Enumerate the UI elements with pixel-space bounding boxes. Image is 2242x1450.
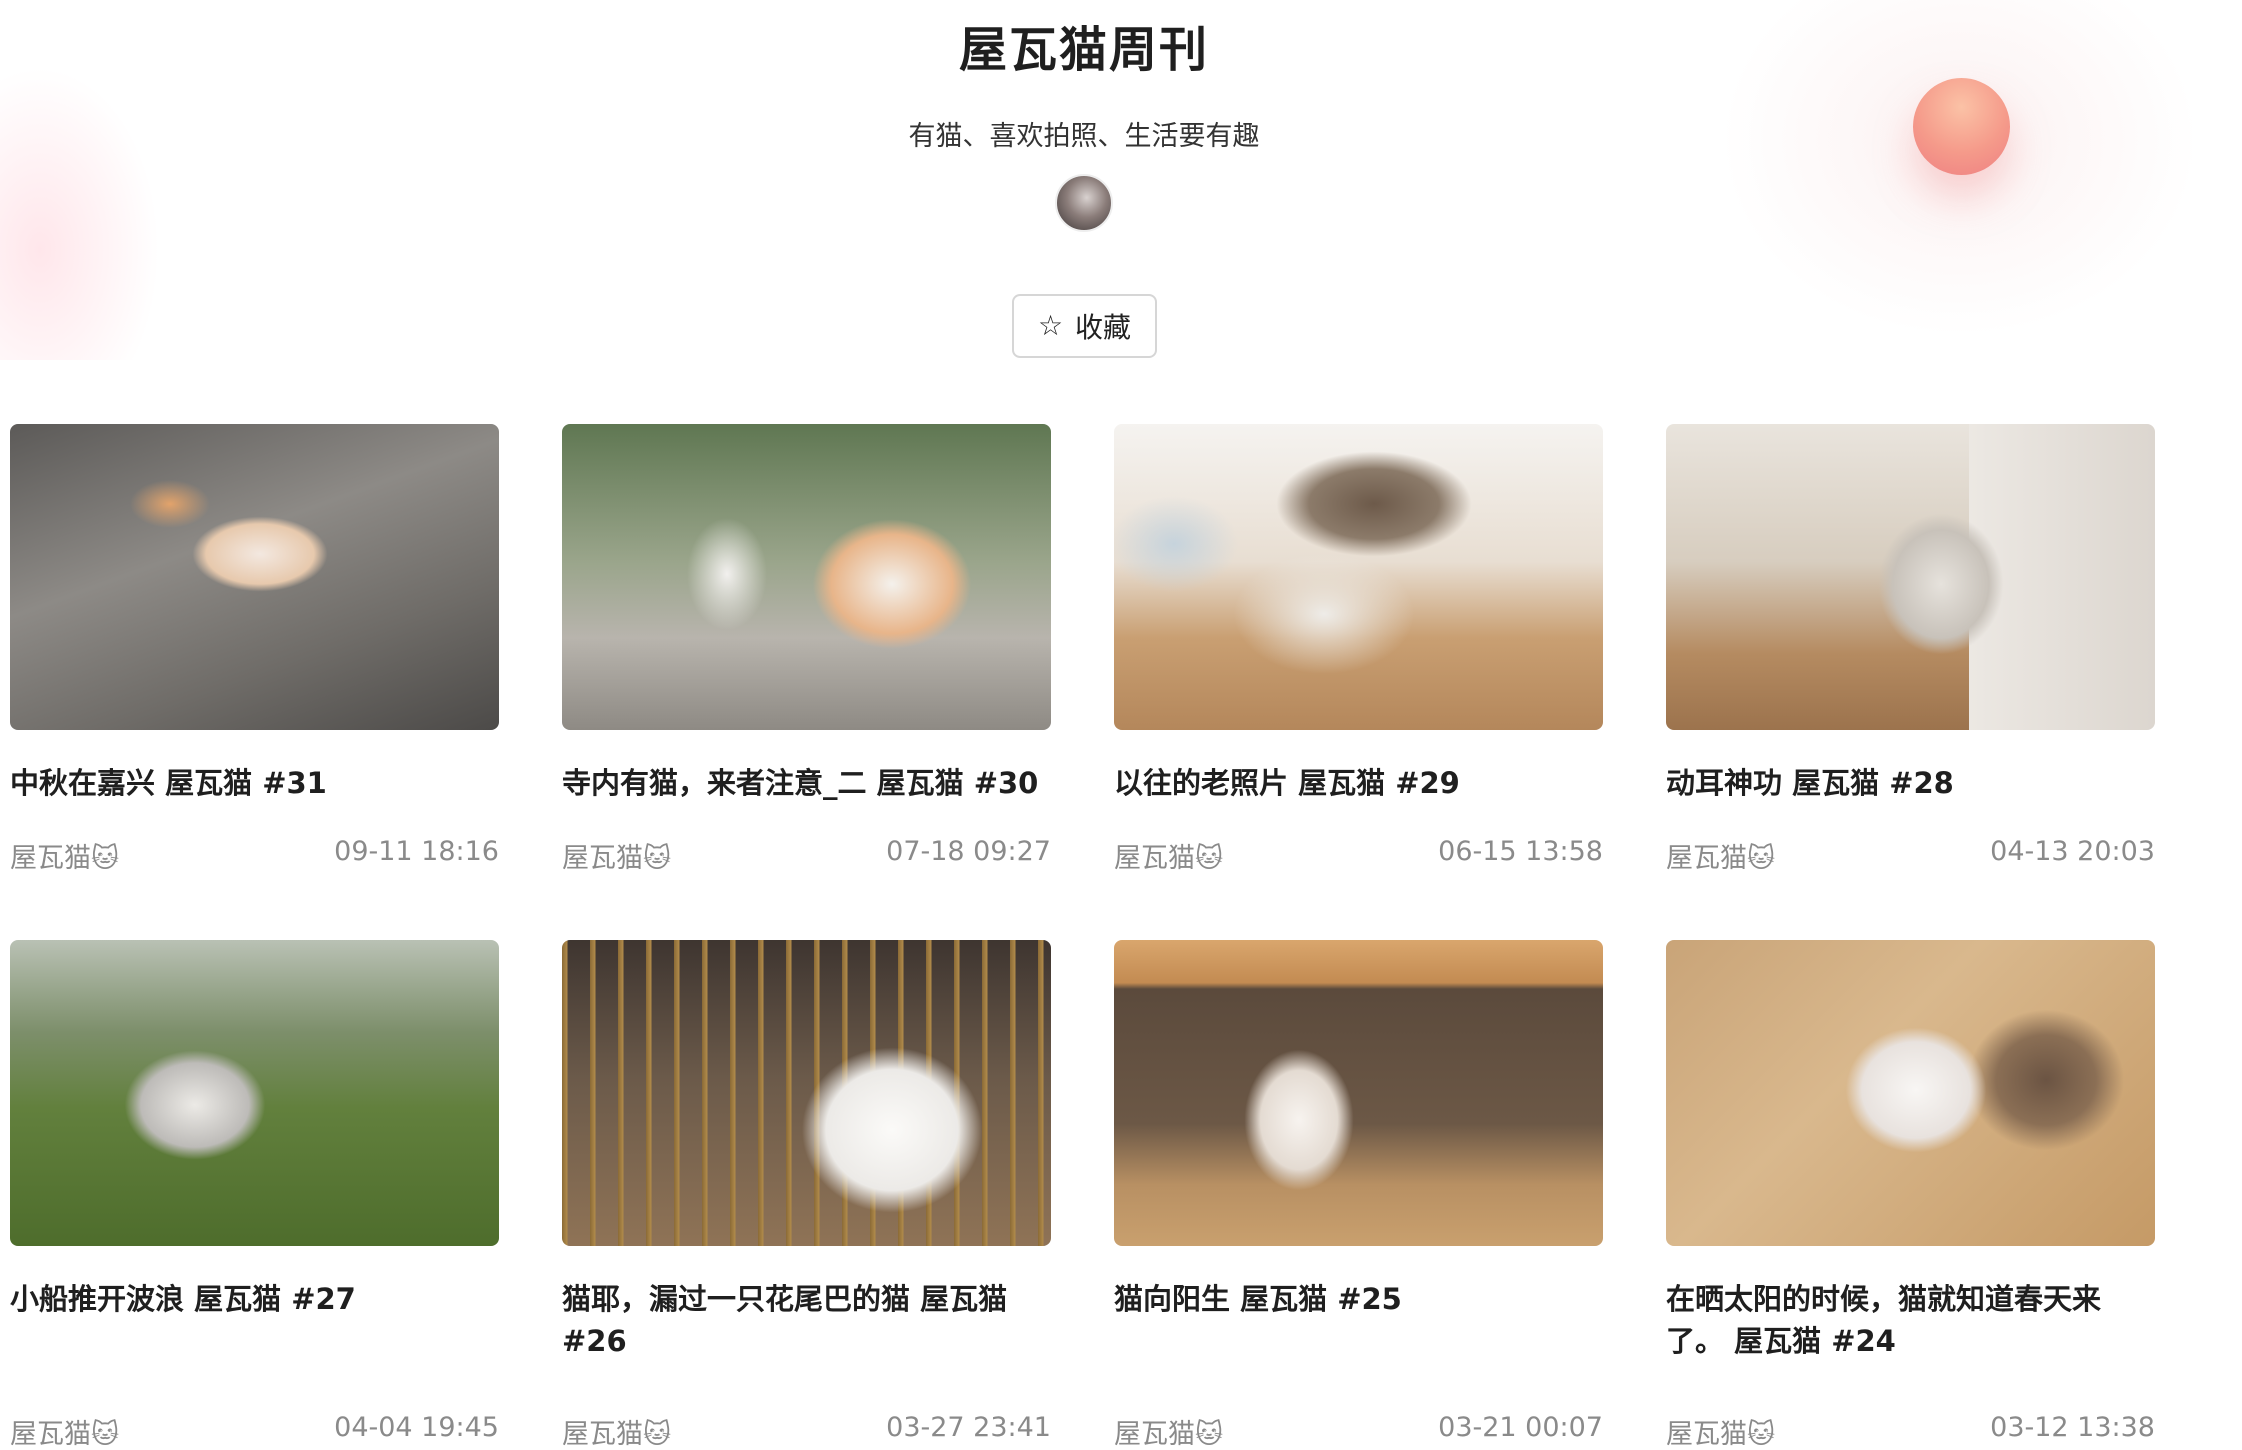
post-cover-image[interactable] — [10, 424, 499, 730]
post-date: 07-18 09:27 — [886, 836, 1051, 867]
post-author[interactable]: 屋瓦猫🐱 — [562, 1412, 671, 1450]
post-meta: 屋瓦猫🐱 09-11 18:16 — [10, 836, 499, 875]
favorite-button[interactable]: ☆ 收藏 — [1012, 294, 1157, 358]
post-card[interactable]: 猫耶，漏过一只花尾巴的猫 屋瓦猫 #26 屋瓦猫🐱 03-27 23:41 — [562, 940, 1051, 1450]
blog-subtitle: 有猫、喜欢拍照、生活要有趣 — [908, 121, 1260, 152]
post-author[interactable]: 屋瓦猫🐱 — [1114, 836, 1223, 875]
post-author[interactable]: 屋瓦猫🐱 — [1114, 1412, 1223, 1450]
post-cover-image[interactable] — [1666, 940, 2155, 1246]
post-card[interactable]: 中秋在嘉兴 屋瓦猫 #31 屋瓦猫🐱 09-11 18:16 — [10, 424, 499, 940]
post-cover-image[interactable] — [562, 424, 1051, 730]
post-grid: 中秋在嘉兴 屋瓦猫 #31 屋瓦猫🐱 09-11 18:16 寺内有猫，来者注意… — [10, 424, 2160, 1450]
post-card[interactable]: 小船推开波浪 屋瓦猫 #27 屋瓦猫🐱 04-04 19:45 — [10, 940, 499, 1450]
post-meta: 屋瓦猫🐱 03-12 13:38 — [1666, 1412, 2155, 1450]
post-meta: 屋瓦猫🐱 03-27 23:41 — [562, 1412, 1051, 1450]
post-author[interactable]: 屋瓦猫🐱 — [1666, 836, 1775, 875]
author-avatar[interactable] — [1055, 174, 1113, 232]
star-outline-icon: ☆ — [1037, 309, 1064, 342]
post-card[interactable]: 猫向阳生 屋瓦猫 #25 屋瓦猫🐱 03-21 00:07 — [1114, 940, 1603, 1450]
post-cover-image[interactable] — [1666, 424, 2155, 730]
post-cover-image[interactable] — [1114, 424, 1603, 730]
post-date: 03-27 23:41 — [886, 1412, 1051, 1443]
post-date: 04-04 19:45 — [334, 1412, 499, 1443]
page: 屋瓦猫周刊 有猫、喜欢拍照、生活要有趣 ☆ 收藏 中秋在嘉兴 屋瓦猫 #31 屋… — [0, 0, 2242, 1450]
post-title[interactable]: 在晒太阳的时候，猫就知道春天来了。 屋瓦猫 #24 — [1666, 1278, 2155, 1362]
post-card[interactable]: 在晒太阳的时候，猫就知道春天来了。 屋瓦猫 #24 屋瓦猫🐱 03-12 13:… — [1666, 940, 2155, 1450]
post-date: 04-13 20:03 — [1990, 836, 2155, 867]
blog-title: 屋瓦猫周刊 — [958, 22, 1209, 78]
favorite-button-label: 收藏 — [1075, 311, 1132, 344]
post-title[interactable]: 以往的老照片 屋瓦猫 #29 — [1114, 762, 1603, 804]
post-cover-image[interactable] — [10, 940, 499, 1246]
post-title[interactable]: 猫耶，漏过一只花尾巴的猫 屋瓦猫 #26 — [562, 1278, 1051, 1362]
post-meta: 屋瓦猫🐱 06-15 13:58 — [1114, 836, 1603, 875]
post-date: 03-12 13:38 — [1990, 1412, 2155, 1443]
post-author[interactable]: 屋瓦猫🐱 — [562, 836, 671, 875]
post-meta: 屋瓦猫🐱 04-13 20:03 — [1666, 836, 2155, 875]
post-cover-image[interactable] — [1114, 940, 1603, 1246]
post-author[interactable]: 屋瓦猫🐱 — [10, 836, 119, 875]
post-title[interactable]: 猫向阳生 屋瓦猫 #25 — [1114, 1278, 1603, 1320]
post-meta: 屋瓦猫🐱 04-04 19:45 — [10, 1412, 499, 1450]
post-title[interactable]: 动耳神功 屋瓦猫 #28 — [1666, 762, 2155, 804]
post-author[interactable]: 屋瓦猫🐱 — [1666, 1412, 1775, 1450]
post-card[interactable]: 寺内有猫，来者注意_二 屋瓦猫 #30 屋瓦猫🐱 07-18 09:27 — [562, 424, 1051, 940]
post-title[interactable]: 中秋在嘉兴 屋瓦猫 #31 — [10, 762, 499, 804]
post-card[interactable]: 以往的老照片 屋瓦猫 #29 屋瓦猫🐱 06-15 13:58 — [1114, 424, 1603, 940]
post-title[interactable]: 小船推开波浪 屋瓦猫 #27 — [10, 1278, 499, 1320]
post-date: 03-21 00:07 — [1438, 1412, 1603, 1443]
post-author[interactable]: 屋瓦猫🐱 — [10, 1412, 119, 1450]
post-title[interactable]: 寺内有猫，来者注意_二 屋瓦猫 #30 — [562, 762, 1051, 804]
post-meta: 屋瓦猫🐱 03-21 00:07 — [1114, 1412, 1603, 1450]
post-date: 09-11 18:16 — [334, 836, 499, 867]
post-card[interactable]: 动耳神功 屋瓦猫 #28 屋瓦猫🐱 04-13 20:03 — [1666, 424, 2155, 940]
post-date: 06-15 13:58 — [1438, 836, 1603, 867]
post-cover-image[interactable] — [562, 940, 1051, 1246]
post-meta: 屋瓦猫🐱 07-18 09:27 — [562, 836, 1051, 875]
